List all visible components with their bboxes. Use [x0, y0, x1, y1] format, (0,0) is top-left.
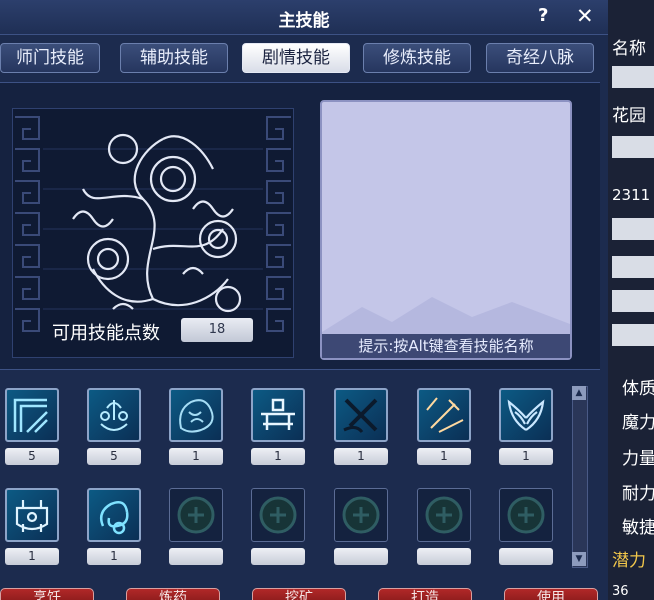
mountain-watermark [322, 297, 570, 358]
skill-level-12 [334, 548, 388, 565]
empty-slot-icon [342, 496, 380, 534]
skill-level-10 [169, 548, 223, 565]
cooking-table-icon [261, 398, 295, 430]
skill-slot-1[interactable] [5, 388, 59, 442]
info-field-2 [612, 218, 654, 240]
attr-constitution: 体质 [622, 379, 654, 399]
tab-school-skills[interactable]: 师门技能 [0, 43, 100, 73]
skill-points-value: 18 [181, 318, 253, 342]
info-field-1 [612, 136, 654, 158]
hint-text: 提示:按Alt键查看技能名称 [322, 334, 570, 358]
skill-slot-4[interactable] [251, 388, 305, 442]
attr-strength: 力量 [622, 449, 654, 469]
alchemy-button[interactable]: 炼药 [126, 588, 220, 600]
empty-slot-icon [177, 496, 215, 534]
skill-level-2: 5 [87, 448, 141, 465]
empty-skill-slot[interactable] [499, 488, 553, 542]
swirl-rune-icon [100, 501, 129, 535]
name-label: 名称 [612, 39, 646, 59]
skill-description-box [320, 100, 572, 360]
scroll-up-icon[interactable]: ▲ [572, 386, 586, 400]
scroll-fold-icon [13, 398, 48, 433]
skill-level-3: 1 [169, 448, 223, 465]
number-text: 2311 [612, 186, 651, 204]
help-button[interactable]: ? [538, 5, 548, 26]
tab-cultivation-skills[interactable]: 修炼技能 [363, 43, 471, 73]
herb-mortar-icon [100, 400, 128, 431]
skill-level-14 [499, 548, 553, 565]
potential-label: 潜力 [612, 551, 646, 571]
info-field-5 [612, 324, 654, 346]
bronze-cauldron-icon [15, 500, 49, 532]
scroll-down-icon[interactable]: ▼ [572, 552, 586, 566]
skill-level-7: 1 [499, 448, 553, 465]
skill-scrollbar[interactable] [572, 386, 588, 568]
use-button[interactable]: 使用 [504, 588, 598, 600]
empty-slot-icon [507, 496, 545, 534]
skill-level-4: 1 [251, 448, 305, 465]
ore-rock-icon [179, 399, 214, 433]
skill-level-6: 1 [417, 448, 471, 465]
forging-sword-icon [426, 397, 464, 433]
attr-agility: 敏捷 [622, 518, 654, 538]
attr-endurance: 耐力 [622, 484, 654, 504]
empty-skill-slot[interactable] [169, 488, 223, 542]
wings-icon [507, 399, 545, 431]
mining-button[interactable]: 挖矿 [252, 588, 346, 600]
skill-slot-9[interactable] [87, 488, 141, 542]
skill-level-1: 5 [5, 448, 59, 465]
bottom-value: 36 [612, 584, 629, 599]
skill-slot-8[interactable] [5, 488, 59, 542]
tab-support-skills[interactable]: 辅助技能 [120, 43, 228, 73]
skill-level-13 [417, 548, 471, 565]
info-field-4 [612, 290, 654, 312]
skill-slot-7[interactable] [499, 388, 553, 442]
title-bar[interactable]: 主技能 ? ✕ [0, 0, 608, 35]
skill-slot-2[interactable] [87, 388, 141, 442]
empty-slot-icon [425, 496, 463, 534]
close-button[interactable]: ✕ [576, 4, 594, 28]
skill-level-8: 1 [5, 548, 59, 565]
cook-button[interactable]: 烹饪 [0, 588, 94, 600]
name-field[interactable] [612, 66, 654, 88]
attr-magic: 魔力 [622, 413, 654, 433]
skill-slot-3[interactable] [169, 388, 223, 442]
skill-slot-5[interactable] [334, 388, 388, 442]
window-title: 主技能 [278, 11, 330, 31]
empty-slot-icon [259, 496, 297, 534]
empty-skill-slot[interactable] [334, 488, 388, 542]
crossed-blades-icon [343, 398, 378, 433]
location-text: 花园 [612, 106, 646, 126]
skill-window: 主技能 ? ✕ 师门技能 辅助技能 剧情技能 修炼技能 奇经八脉 可用技能点数 … [0, 0, 608, 600]
skill-slot-6[interactable] [417, 388, 471, 442]
forge-button[interactable]: 打造 [378, 588, 472, 600]
empty-skill-slot[interactable] [417, 488, 471, 542]
empty-skill-slot[interactable] [251, 488, 305, 542]
skill-points-label: 可用技能点数 [52, 323, 160, 344]
skill-level-5: 1 [334, 448, 388, 465]
tab-meridians[interactable]: 奇经八脉 [486, 43, 594, 73]
info-field-3 [612, 256, 654, 278]
tab-story-skills[interactable]: 剧情技能 [242, 43, 350, 73]
skill-level-11 [251, 548, 305, 565]
skill-level-9: 1 [87, 548, 141, 565]
